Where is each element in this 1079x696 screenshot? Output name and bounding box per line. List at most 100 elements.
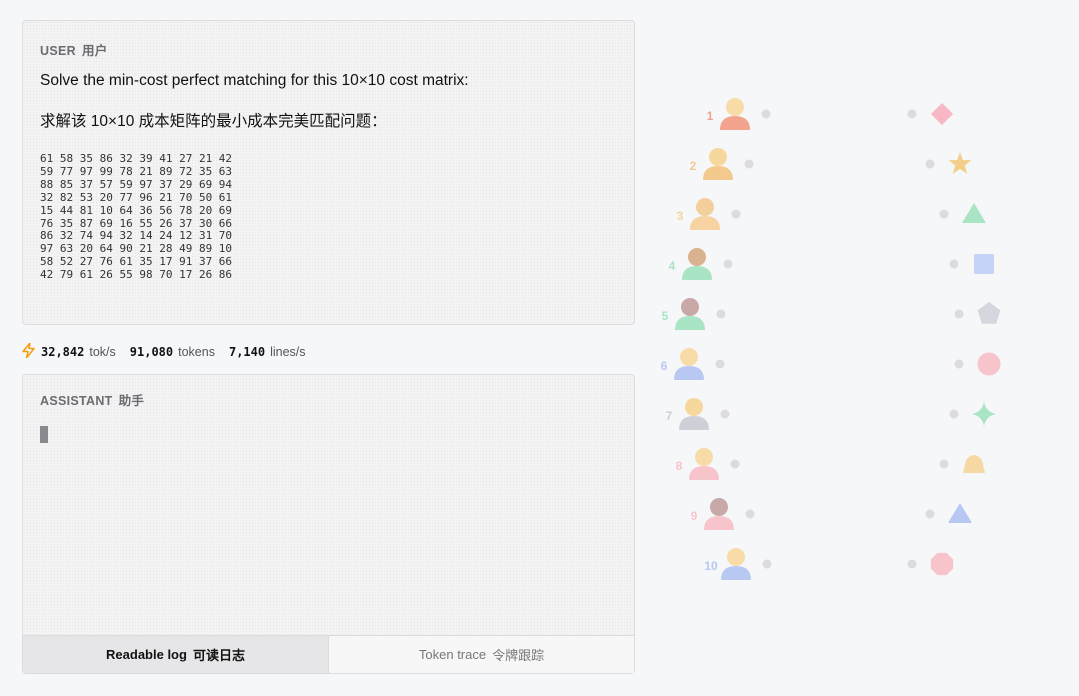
triangle-icon (948, 503, 972, 523)
lines-per-sec-value: 7,140 (228, 345, 266, 359)
matching-visualization: 1 2 3 4 5 6 7 8 9 10 (661, 98, 1001, 580)
diamond-icon (931, 103, 953, 125)
agent-label: 2 (690, 159, 697, 173)
person-icon (720, 98, 750, 130)
tab-readable-log-label: Readable log (106, 647, 187, 662)
matrix-row: 32 82 53 20 77 96 21 70 50 61 (40, 190, 233, 204)
throughput-stats: 32,842 tok/s 91,080 tokens 7,140 lines/s (22, 342, 320, 361)
square-icon (974, 254, 994, 274)
task-node (907, 552, 954, 576)
lines-per-sec-unit: lines/s (270, 345, 306, 359)
agent-label: 8 (676, 459, 683, 473)
task-node (954, 302, 1001, 324)
task-node (954, 352, 1001, 376)
agent-label: 9 (691, 509, 698, 523)
person-icon (674, 348, 704, 380)
circle-icon (977, 352, 1001, 376)
matrix-row: 97 63 20 64 90 21 28 49 89 10 (40, 242, 233, 256)
matrix-row: 15 44 81 10 64 36 56 78 20 69 (40, 203, 233, 217)
matrix-row: 86 32 74 94 32 14 24 12 31 70 (40, 229, 233, 243)
typing-cursor (40, 426, 48, 443)
agent-port-dot (731, 209, 741, 219)
star-icon (948, 152, 972, 174)
person-icon (721, 548, 751, 580)
user-role-en: USER (40, 44, 76, 58)
sparkle-icon (972, 402, 996, 426)
user-prompt-en: Solve the min-cost perfect matching for … (40, 72, 469, 89)
agent-node: 7 (666, 398, 730, 430)
agent-port-dot (720, 409, 730, 419)
person-icon (682, 248, 712, 280)
task-node (925, 152, 972, 174)
user-message-card: USER 用户 Solve the min-cost perfect matchi… (22, 20, 635, 325)
task-port-dot (939, 209, 949, 219)
tab-readable-log-label-cn: 可读日志 (192, 648, 245, 663)
person-icon (703, 148, 733, 180)
task-node (925, 503, 972, 523)
user-role-label: USER 用户 (40, 40, 108, 59)
matrix-row: 88 85 37 57 59 97 37 29 69 94 (40, 177, 233, 191)
agent-port-dot (716, 309, 726, 319)
task-port-dot (949, 259, 959, 269)
tok-per-sec-value: 32,842 (41, 345, 85, 359)
matrix-row: 42 79 61 26 55 98 70 17 26 86 (40, 268, 233, 282)
task-node (907, 103, 953, 125)
agent-node: 6 (661, 348, 725, 380)
tab-readable-log[interactable]: Readable log 可读日志 (23, 636, 328, 673)
matrix-row: 76 35 87 69 16 55 26 37 30 66 (40, 216, 233, 230)
assistant-message-card: ASSISTANT 助手 Readable log 可读日志 Token trace… (22, 374, 635, 674)
matrix-row: 58 52 27 76 61 35 17 91 37 66 (40, 255, 233, 269)
triangle-icon (962, 203, 986, 223)
agent-label: 3 (677, 209, 684, 223)
tok-per-sec-unit: tok/s (89, 345, 116, 359)
agent-node: 3 (677, 198, 741, 230)
agent-port-dot (723, 259, 733, 269)
agent-node: 2 (690, 148, 754, 180)
task-port-dot (925, 159, 935, 169)
octagon-icon (930, 552, 954, 576)
agent-label: 1 (707, 109, 714, 123)
assistant-role-cn: 助手 (118, 394, 145, 408)
agent-port-dot (730, 459, 740, 469)
lightning-icon (22, 342, 35, 361)
agent-node: 5 (662, 298, 726, 330)
matrix-row: 59 77 97 99 78 21 89 72 35 63 (40, 164, 233, 178)
matrix-row: 61 58 35 86 32 39 41 27 21 42 (40, 152, 233, 165)
assistant-role-label: ASSISTANT 助手 (40, 390, 144, 409)
person-icon (704, 498, 734, 530)
task-node (949, 402, 996, 426)
agent-port-dot (761, 109, 771, 119)
tab-token-trace-label-cn: 令牌跟踪 (492, 648, 545, 663)
task-port-dot (949, 409, 959, 419)
agent-port-dot (715, 359, 725, 369)
agent-node: 10 (704, 548, 772, 580)
bell-icon (963, 455, 985, 473)
task-port-dot (954, 309, 964, 319)
tab-token-trace[interactable]: Token trace 令牌跟踪 (328, 636, 634, 673)
agent-port-dot (744, 159, 754, 169)
task-node (949, 254, 994, 274)
task-port-dot (925, 509, 935, 519)
user-role-cn: 用户 (81, 44, 108, 58)
person-icon (689, 448, 719, 480)
agent-port-dot (745, 509, 755, 519)
agent-node: 9 (691, 498, 755, 530)
task-node (939, 203, 986, 223)
task-port-dot (954, 359, 964, 369)
agent-label: 4 (669, 259, 676, 273)
cost-matrix: 61 58 35 86 32 39 41 27 21 42 59 77 97 9… (40, 152, 233, 282)
agent-port-dot (762, 559, 772, 569)
log-view-tabs: Readable log 可读日志 Token trace 令牌跟踪 (23, 635, 634, 673)
tokens-unit: tokens (178, 345, 215, 359)
agent-node: 4 (669, 248, 733, 280)
person-icon (679, 398, 709, 430)
agent-node: 1 (707, 98, 771, 130)
agent-label: 7 (666, 409, 673, 423)
agent-label: 5 (662, 309, 669, 323)
user-prompt-cn: 求解该 10×10 成本矩阵的最小成本完美匹配问题： (40, 113, 387, 130)
tokens-value: 91,080 (129, 345, 174, 359)
task-port-dot (907, 559, 917, 569)
task-node (939, 455, 985, 473)
person-icon (675, 298, 705, 330)
agent-label: 6 (661, 359, 668, 373)
